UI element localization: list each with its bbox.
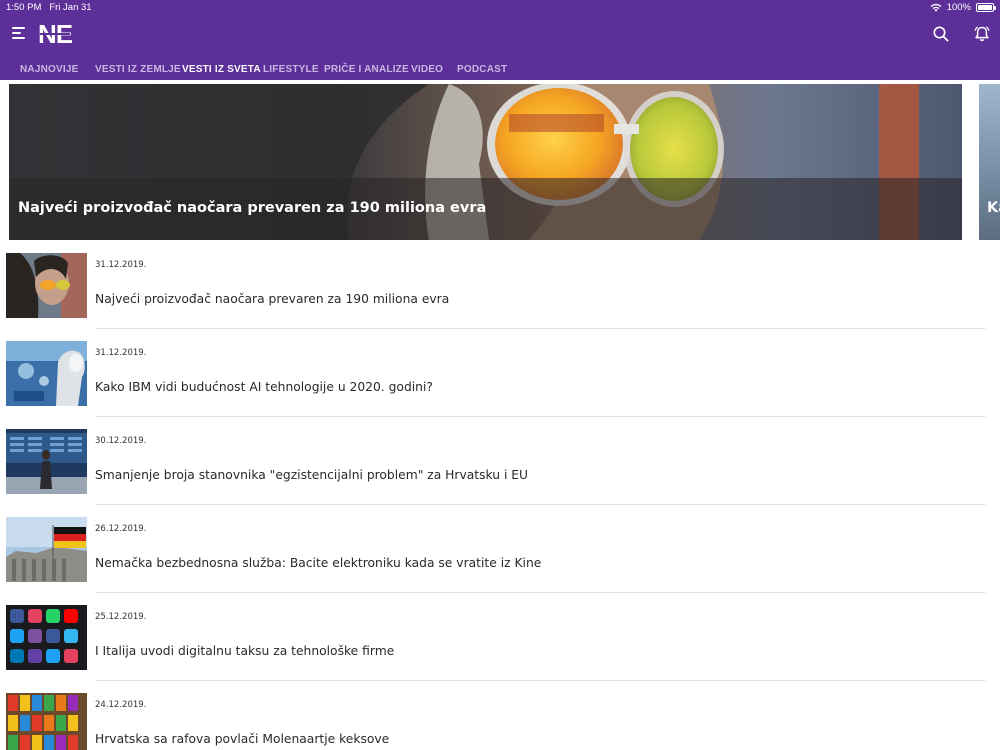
list-item[interactable]: 31.12.2019. Kako IBM vidi budućnost AI t… — [0, 341, 1000, 429]
article-title[interactable]: Nemačka bezbednosna služba: Bacite elekt… — [95, 556, 541, 570]
hero-next-title: Ka — [987, 200, 1000, 216]
status-time: 1:50 PM Fri Jan 31 — [6, 2, 92, 13]
tab-vesti-iz-zemlje[interactable]: VESTI IZ ZEMLJE — [95, 64, 181, 75]
article-thumbnail — [6, 517, 87, 582]
battery-icon — [976, 3, 996, 12]
article-thumbnail — [6, 429, 87, 494]
tab-podcast[interactable]: PODCAST — [457, 64, 507, 75]
status-bar: 1:50 PM Fri Jan 31 100% — [0, 0, 1000, 14]
menu-icon[interactable] — [12, 27, 26, 39]
article-thumbnail — [6, 341, 87, 406]
battery-percent: 100% — [946, 2, 971, 13]
article-date: 31.12.2019. — [95, 260, 147, 270]
list-item[interactable]: 24.12.2019. Hrvatska sa rafova povlači M… — [0, 693, 1000, 750]
article-title[interactable]: Najveći proizvođač naočara prevaren za 1… — [95, 292, 449, 306]
list-divider — [95, 592, 986, 593]
list-item[interactable]: 31.12.2019. Najveći proizvođač naočara p… — [0, 253, 1000, 341]
app-header: 1:50 PM Fri Jan 31 100% NE NAJNOVIJE VES… — [0, 0, 1000, 80]
tab-lifestyle[interactable]: LIFESTYLE — [263, 64, 319, 75]
tab-video[interactable]: VIDEO — [411, 64, 443, 75]
article-title[interactable]: Smanjenje broja stanovnika "egzistencija… — [95, 468, 528, 482]
article-thumbnail — [6, 605, 87, 670]
tab-price-i-analize[interactable]: PRIČE I ANALIZE — [324, 64, 409, 75]
list-divider — [95, 416, 986, 417]
article-date: 30.12.2019. — [95, 436, 147, 446]
article-date: 31.12.2019. — [95, 348, 147, 358]
article-thumbnail — [6, 253, 87, 318]
list-divider — [95, 504, 986, 505]
article-date: 26.12.2019. — [95, 524, 147, 534]
status-indicators: 100% — [930, 2, 996, 13]
search-icon[interactable] — [932, 25, 950, 43]
article-title[interactable]: Kako IBM vidi budućnost AI tehnologije u… — [95, 380, 433, 394]
wifi-icon — [930, 3, 942, 12]
hero-title[interactable]: Najveći proizvođač naočara prevaren za 1… — [18, 200, 486, 216]
category-tabs: NAJNOVIJE VESTI IZ ZEMLJE VESTI IZ SVETA… — [0, 60, 1000, 80]
tab-vesti-iz-sveta[interactable]: VESTI IZ SVETA — [182, 64, 261, 75]
article-date: 25.12.2019. — [95, 612, 147, 622]
list-item[interactable]: 25.12.2019. I Italija uvodi digitalnu ta… — [0, 605, 1000, 693]
article-date: 24.12.2019. — [95, 700, 147, 710]
hero-featured-story[interactable]: Najveći proizvođač naočara prevaren za 1… — [9, 84, 962, 240]
ne-logo[interactable]: NE — [38, 21, 72, 45]
article-title[interactable]: I Italija uvodi digitalnu taksu za tehno… — [95, 644, 394, 658]
list-item[interactable]: 30.12.2019. Smanjenje broja stanovnika "… — [0, 429, 1000, 517]
tab-najnovije[interactable]: NAJNOVIJE — [20, 64, 79, 75]
article-title[interactable]: Hrvatska sa rafova povlači Molenaartje k… — [95, 732, 389, 746]
list-item[interactable]: 26.12.2019. Nemačka bezbednosna služba: … — [0, 517, 1000, 605]
bell-icon[interactable] — [972, 24, 992, 44]
hero-next-peek[interactable]: Ka — [979, 84, 1000, 240]
list-divider — [95, 328, 986, 329]
list-divider — [95, 680, 986, 681]
article-thumbnail — [6, 693, 87, 750]
